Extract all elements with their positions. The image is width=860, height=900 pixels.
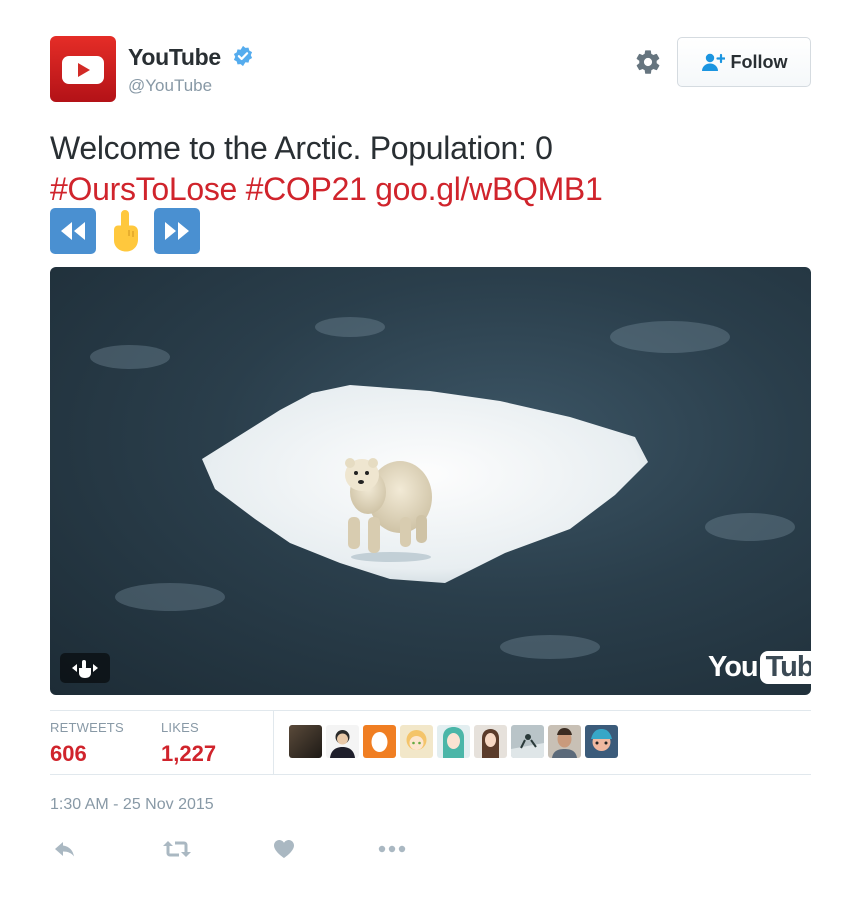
liker-avatar[interactable] [511, 725, 544, 758]
liker-avatar[interactable] [289, 725, 322, 758]
liker-avatar[interactable] [326, 725, 359, 758]
polar-bear-image [90, 317, 795, 659]
more-icon[interactable] [377, 834, 407, 864]
liker-avatar[interactable] [548, 725, 581, 758]
account-handle[interactable]: @YouTube [128, 76, 212, 96]
hashtag-ours-to-lose[interactable]: #OursToLose [50, 171, 237, 207]
liker-avatar[interactable] [437, 725, 470, 758]
watermark-tube: Tube [759, 650, 811, 684]
embedded-video[interactable]: You Tube [50, 267, 811, 695]
fast-forward-icon [154, 208, 200, 254]
gear-icon[interactable] [634, 48, 662, 76]
liker-avatar[interactable] [585, 725, 618, 758]
emoji-row [50, 208, 200, 254]
hashtag-cop21[interactable]: #COP21 [246, 171, 367, 207]
youtube-watermark: You Tube [708, 647, 811, 687]
tweet-url-link[interactable]: goo.gl/wBQMB1 [375, 171, 603, 207]
retweets-stat[interactable]: RETWEETS 606 [50, 720, 124, 767]
retweets-label: RETWEETS [50, 720, 124, 735]
verified-badge-icon [233, 45, 253, 67]
tweet-card: YouTube @YouTube Follow Welcome to the A… [0, 0, 860, 900]
tweet-timestamp[interactable]: 1:30 AM - 25 Nov 2015 [50, 796, 214, 814]
likes-label: LIKES [161, 720, 199, 735]
divider [50, 774, 811, 775]
reply-icon[interactable] [50, 834, 80, 864]
like-icon[interactable] [269, 834, 299, 864]
add-user-icon [701, 53, 725, 71]
follow-label: Follow [730, 51, 788, 72]
liker-avatar[interactable] [363, 725, 396, 758]
retweet-icon[interactable] [162, 834, 192, 864]
liker-avatar[interactable] [400, 725, 433, 758]
tweet-text: Welcome to the Arctic. Population: 0 #Ou… [50, 128, 830, 210]
divider [50, 710, 811, 711]
account-name[interactable]: YouTube [128, 44, 221, 71]
follow-button[interactable]: Follow [677, 37, 811, 87]
gif-control-badge[interactable] [60, 653, 110, 683]
liker-avatar[interactable] [474, 725, 507, 758]
account-avatar[interactable] [50, 36, 116, 102]
pointing-up-hand-icon [114, 210, 138, 252]
stats-divider [273, 710, 274, 774]
tweet-line-2: #OursToLose #COP21 goo.gl/wBQMB1 [50, 169, 830, 210]
tweet-line-1: Welcome to the Arctic. Population: 0 [50, 130, 553, 166]
youtube-play-icon [62, 56, 104, 84]
retweets-count: 606 [50, 741, 87, 766]
watermark-you: You [708, 650, 759, 683]
rewind-icon [50, 208, 96, 254]
likes-stat[interactable]: LIKES 1,227 [161, 720, 216, 767]
liker-avatars [289, 725, 618, 758]
likes-count: 1,227 [161, 741, 217, 766]
